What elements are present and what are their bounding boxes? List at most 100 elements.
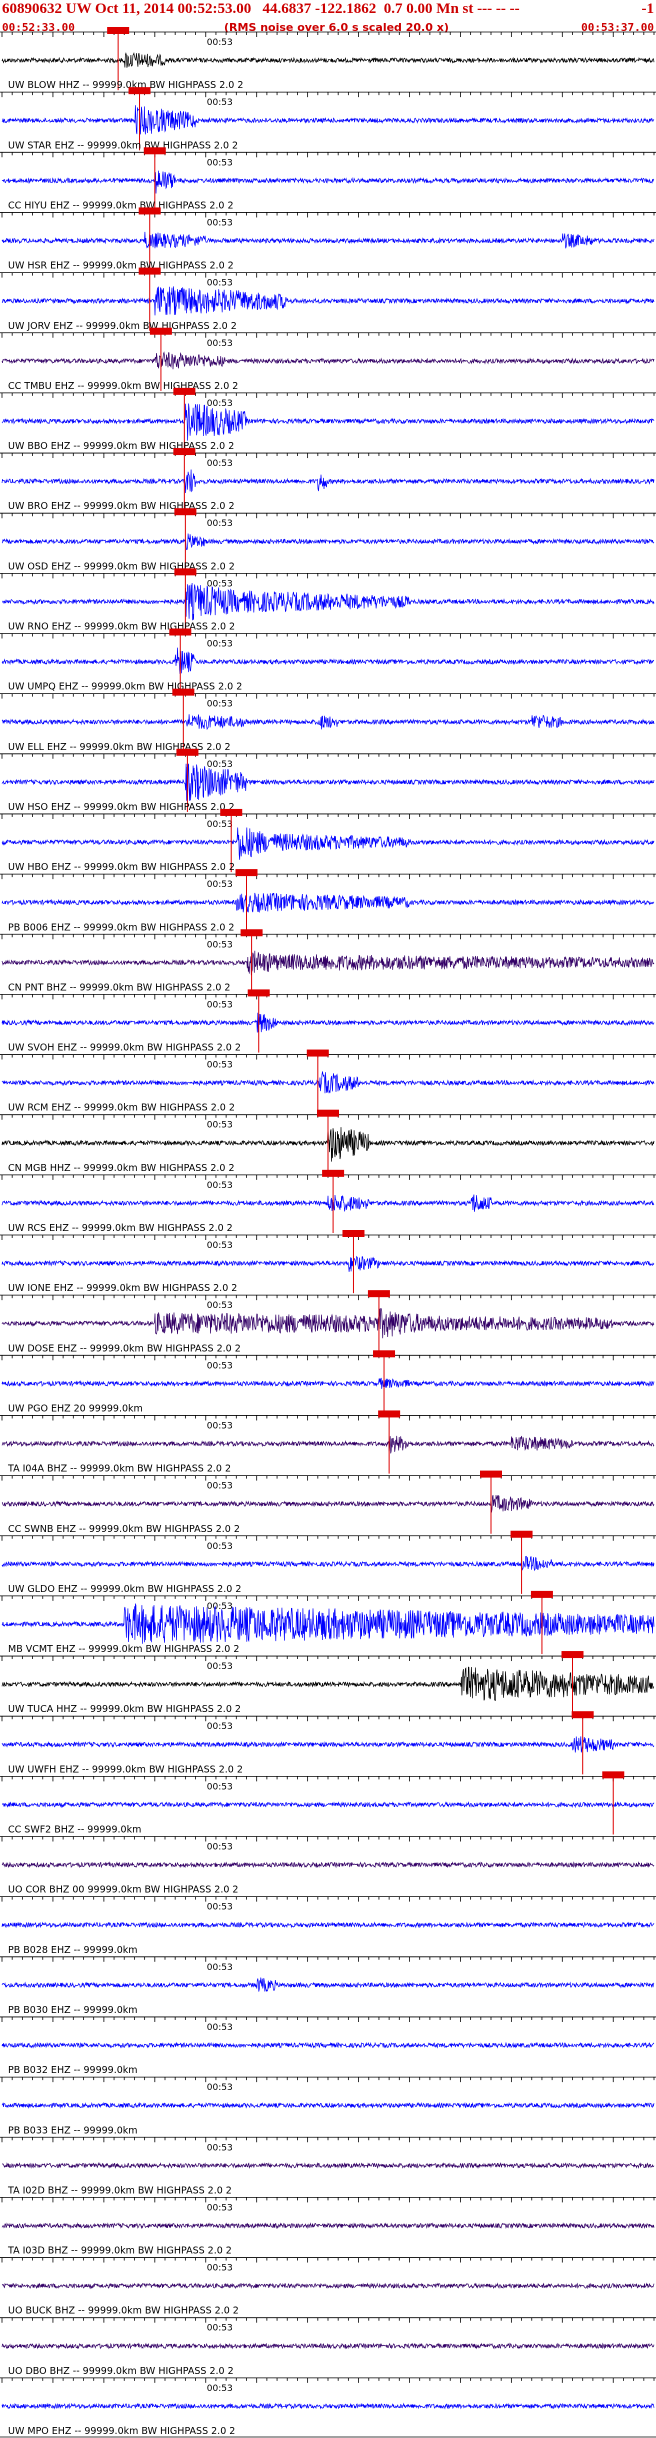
time-tick-label: 00:53	[207, 1963, 233, 1973]
waveform-trace	[1, 2222, 655, 2230]
time-tick-label: 00:53	[207, 158, 233, 168]
waveform-trace	[1, 2342, 655, 2350]
waveform-trace	[1, 763, 655, 801]
waveform-trace	[1, 1194, 655, 1212]
channel-label: CC SWF2 BHZ -- 99999.0km	[8, 1825, 141, 1836]
time-tick-label: 00:53	[207, 2324, 233, 2334]
waveform-trace	[1, 714, 655, 731]
waveform-trace	[1, 52, 655, 68]
channel-label: TA I02D BHZ -- 99999.0km BW HIGHPASS 2.0…	[7, 2185, 232, 2196]
waveform-trace	[1, 1071, 655, 1094]
time-tick-label: 00:53	[207, 1482, 233, 1492]
channel-label: UW OSD EHZ -- 99999.0km BW HIGHPASS 2.0 …	[8, 561, 235, 572]
channel-label: MB VCMT EHZ -- 99999.0km BW HIGHPASS 2.0…	[8, 1644, 239, 1655]
channel-label: PB B033 EHZ -- 99999.0km	[8, 2125, 138, 2136]
waveform-trace	[1, 2041, 655, 2049]
channel-label: CC SWNB EHZ -- 99999.0km BW HIGHPASS 2.0…	[8, 1524, 240, 1535]
time-tick-label: 00:53	[207, 279, 233, 289]
waveform-trace	[1, 105, 655, 135]
channel-label: UO COR BHZ 00 99999.0km BW HIGHPASS 2.0 …	[8, 1885, 238, 1896]
time-tick-label: 00:53	[207, 2083, 233, 2093]
channel-label: PB B030 EHZ -- 99999.0km	[8, 2005, 138, 2016]
time-tick-label: 00:53	[207, 1361, 233, 1371]
time-tick-label: 00:53	[207, 1421, 233, 1431]
waveform-trace	[1, 469, 655, 494]
channel-label: TA I04A BHZ -- 99999.0km BW HIGHPASS 2.0…	[7, 1464, 231, 1475]
time-tick-label: 00:53	[207, 1542, 233, 1552]
waveform-trace	[1, 1308, 655, 1339]
waveform-trace	[1, 892, 655, 913]
waveform-trace	[1, 1977, 655, 1992]
channel-label: PB B032 EHZ -- 99999.0km	[8, 2065, 138, 2076]
channel-label: CC TMBU EHZ -- 99999.0km BW HIGHPASS 2.0…	[8, 381, 238, 392]
waveform-trace	[1, 1012, 655, 1033]
channel-label: CN MGB HHZ -- 99999.0km BW HIGHPASS 2.0 …	[8, 1163, 235, 1174]
channel-label: UW UMPQ EHZ -- 99999.0km BW HIGHPASS 2.0…	[8, 682, 242, 693]
time-tick-label: 00:53	[207, 2203, 233, 2213]
channel-label: UW BLOW HHZ -- 99999.0km BW HIGHPASS 2.0…	[8, 80, 243, 91]
channel-label: UW RNO EHZ -- 99999.0km BW HIGHPASS 2.0 …	[8, 622, 235, 633]
time-tick-label: 00:53	[207, 519, 233, 529]
seismogram-panel: 00:53 UW BLOW HHZ -- 99999.0km BW HIGHPAS…	[0, 27, 656, 2438]
channel-label: UW DOSE EHZ -- 99999.0km BW HIGHPASS 2.0…	[8, 1343, 241, 1354]
time-tick-label: 00:53	[207, 700, 233, 710]
channel-label: UW BBO EHZ -- 99999.0km BW HIGHPASS 2.0 …	[8, 441, 234, 452]
waveform-trace	[1, 827, 655, 860]
channel-label: UW MPO EHZ -- 99999.0km BW HIGHPASS 2.0 …	[8, 2426, 235, 2437]
time-tick-label: 00:53	[207, 579, 233, 589]
channel-label: UW GLDO EHZ -- 99999.0km BW HIGHPASS 2.0…	[8, 1584, 241, 1595]
channel-label: PB B006 EHZ -- 99999.0km BW HIGHPASS 2.0…	[8, 922, 234, 933]
channel-label: CC HIYU EHZ -- 99999.0km BW HIGHPASS 2.0…	[8, 200, 234, 211]
waveform-trace	[1, 2402, 655, 2410]
waveform-trace	[2, 1801, 655, 1809]
time-tick-label: 00:53	[207, 1241, 233, 1251]
time-tick-label: 00:53	[207, 1061, 233, 1071]
channel-label: UO DBO BHZ -- 99999.0km BW HIGHPASS 2.0 …	[8, 2366, 234, 2377]
time-tick-label: 00:53	[207, 399, 233, 409]
channel-label: UW PGO EHZ 20 99999.0km	[8, 1403, 143, 1414]
time-tick-label: 00:53	[207, 880, 233, 890]
waveform-trace	[1, 582, 655, 621]
channel-label: UW SVOH EHZ -- 99999.0km BW HIGHPASS 2.0…	[8, 1043, 241, 1054]
time-tick-label: 00:53	[207, 1000, 233, 1010]
time-tick-label: 00:53	[207, 1301, 233, 1311]
waveform-trace	[1, 231, 655, 249]
time-tick-label: 00:53	[207, 1121, 233, 1131]
channel-label: UO BUCK BHZ -- 99999.0km BW HIGHPASS 2.0…	[8, 2306, 239, 2317]
waveform-trace	[1, 1255, 655, 1272]
waveform-trace	[1, 2282, 655, 2290]
waveform-trace	[1, 1435, 655, 1454]
waveform-trace	[1, 403, 655, 441]
waveform-trace	[1, 2101, 655, 2109]
time-tick-label: 00:53	[207, 1602, 233, 1612]
time-tick-label: 00:53	[207, 1782, 233, 1792]
time-tick-label: 00:53	[207, 218, 233, 228]
waveform-trace	[1, 351, 655, 370]
time-tick-label: 00:53	[207, 339, 233, 349]
channel-label: UW JORV EHZ -- 99999.0km BW HIGHPASS 2.0…	[8, 321, 237, 332]
channel-label: UW RCS EHZ -- 99999.0km BW HIGHPASS 2.0 …	[8, 1223, 233, 1234]
channel-label: UW IONE EHZ -- 99999.0km BW HIGHPASS 2.0…	[8, 1283, 237, 1294]
time-tick-label: 00:53	[207, 1722, 233, 1732]
waveform-trace	[1, 1861, 655, 1869]
channel-label: UW HBO EHZ -- 99999.0km BW HIGHPASS 2.0 …	[8, 862, 235, 873]
time-tick-label: 00:53	[207, 1843, 233, 1853]
time-tick-label: 00:53	[207, 2143, 233, 2153]
waveform-trace	[1, 1494, 655, 1513]
time-tick-label: 00:53	[207, 459, 233, 469]
waveform-trace	[1, 1602, 655, 1644]
channel-label: UW HSO EHZ -- 99999.0km BW HIGHPASS 2.0 …	[8, 802, 235, 813]
time-tick-label: 00:53	[207, 98, 233, 108]
time-tick-label: 00:53	[207, 1903, 233, 1913]
time-tick-label: 00:53	[207, 1662, 233, 1672]
waveform-trace	[1, 1666, 655, 1701]
waveform-trace	[1, 647, 655, 674]
waveform-trace	[1, 533, 655, 551]
waveform-trace	[1, 170, 655, 194]
time-tick-label: 00:53	[207, 940, 233, 950]
time-tick-label: 00:53	[207, 640, 233, 650]
time-tick-label: 00:53	[207, 760, 233, 770]
time-tick-label: 00:53	[207, 2384, 233, 2394]
time-tick-label: 00:53	[207, 2264, 233, 2274]
waveform-trace	[1, 1736, 655, 1753]
